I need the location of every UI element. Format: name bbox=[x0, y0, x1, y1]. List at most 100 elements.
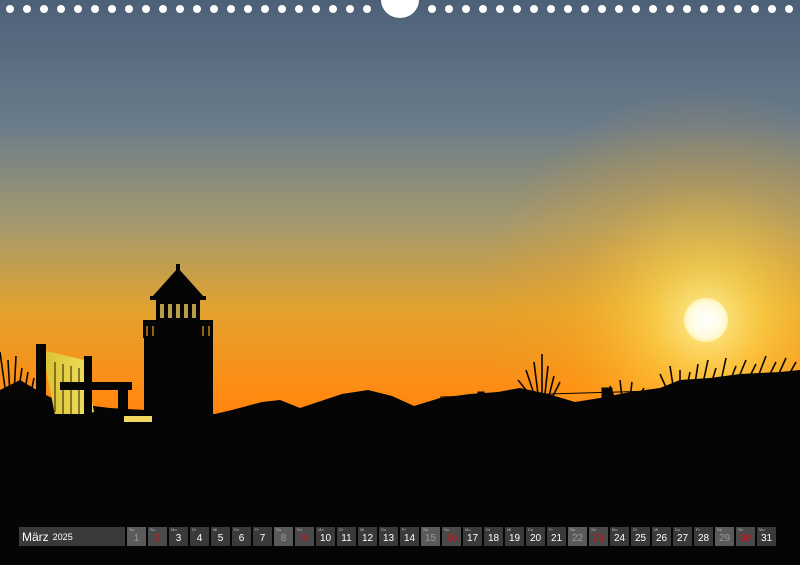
binding-hole bbox=[176, 5, 184, 13]
weekday-label: Di bbox=[192, 527, 196, 532]
binding-hole bbox=[768, 5, 776, 13]
binding-hole bbox=[751, 5, 759, 13]
day-cell: Sa 1 bbox=[127, 527, 146, 546]
day-cell: Di 4 bbox=[190, 527, 209, 546]
binding-hole bbox=[785, 5, 793, 13]
day-cell: So 30 bbox=[736, 527, 755, 546]
binding-hole bbox=[6, 5, 14, 13]
lighthouse-sunset-photo bbox=[0, 0, 800, 565]
weekday-label: Do bbox=[234, 527, 240, 532]
day-number: 30 bbox=[739, 533, 752, 544]
weekday-label: So bbox=[591, 527, 596, 532]
day-cell: Mi 5 bbox=[211, 527, 230, 546]
day-cell: So 16 bbox=[442, 527, 461, 546]
weekday-label: Fr bbox=[549, 527, 553, 532]
weekday-label: Fr bbox=[255, 527, 259, 532]
day-number: 20 bbox=[529, 533, 542, 544]
binding-hole bbox=[346, 5, 354, 13]
day-number: 14 bbox=[403, 533, 416, 544]
weekday-label: Do bbox=[528, 527, 534, 532]
weekday-label: Do bbox=[675, 527, 681, 532]
day-cell: Mi 12 bbox=[358, 527, 377, 546]
binding-hole bbox=[513, 5, 521, 13]
binding-hole bbox=[700, 5, 708, 13]
day-number: 8 bbox=[280, 533, 287, 544]
binding-hole bbox=[159, 5, 167, 13]
weekday-label: Mo bbox=[318, 527, 324, 532]
day-cell: Fr 14 bbox=[400, 527, 419, 546]
day-cell: Di 18 bbox=[484, 527, 503, 546]
binding-hole bbox=[57, 5, 65, 13]
binding-hole bbox=[615, 5, 623, 13]
day-number: 3 bbox=[175, 533, 182, 544]
weekday-label: Mi bbox=[507, 527, 512, 532]
weekday-label: Sa bbox=[129, 527, 134, 532]
binding-hole bbox=[108, 5, 116, 13]
calendar-strip: März 2025 Sa 1 So 2 Mo 3 Di 4 Mi 5 Do 6 Fr 7 Sa 8 So 9 Mo 1… bbox=[19, 527, 776, 546]
calendar-page: März 2025 Sa 1 So 2 Mo 3 Di 4 Mi 5 Do 6 Fr 7 Sa 8 So 9 Mo 1… bbox=[0, 0, 800, 565]
day-number: 4 bbox=[196, 533, 203, 544]
month-name: März bbox=[22, 529, 49, 544]
binding-hole bbox=[210, 5, 218, 13]
binding-hole bbox=[312, 5, 320, 13]
day-cell: Mo 24 bbox=[610, 527, 629, 546]
day-cell: Sa 15 bbox=[421, 527, 440, 546]
weekday-label: Mi bbox=[213, 527, 218, 532]
day-number: 19 bbox=[508, 533, 521, 544]
weekday-label: Sa bbox=[570, 527, 575, 532]
binding-hole bbox=[734, 5, 742, 13]
weekday-label: Fr bbox=[402, 527, 406, 532]
day-cell: Do 6 bbox=[232, 527, 251, 546]
weekday-label: Mi bbox=[654, 527, 659, 532]
day-cell: Di 11 bbox=[337, 527, 356, 546]
binding-hole bbox=[581, 5, 589, 13]
binding-hole bbox=[632, 5, 640, 13]
weekday-label: Mo bbox=[612, 527, 618, 532]
day-cell: Do 20 bbox=[526, 527, 545, 546]
binding-hole bbox=[462, 5, 470, 13]
day-number: 10 bbox=[319, 533, 332, 544]
binding-hole bbox=[329, 5, 337, 13]
sun bbox=[684, 298, 728, 342]
day-cell: So 23 bbox=[589, 527, 608, 546]
binding-hole bbox=[649, 5, 657, 13]
day-number: 18 bbox=[487, 533, 500, 544]
binding-hole bbox=[295, 5, 303, 13]
binding-hole bbox=[717, 5, 725, 13]
weekday-label: Do bbox=[381, 527, 387, 532]
weekday-label: Di bbox=[486, 527, 490, 532]
binding-hole bbox=[683, 5, 691, 13]
day-number: 6 bbox=[238, 533, 245, 544]
day-cell: So 9 bbox=[295, 527, 314, 546]
day-number: 9 bbox=[301, 533, 308, 544]
month-label: März 2025 bbox=[19, 527, 125, 546]
binding-hole bbox=[598, 5, 606, 13]
month-year: 2025 bbox=[52, 531, 73, 542]
weekday-label: Mi bbox=[360, 527, 365, 532]
binding-hole bbox=[74, 5, 82, 13]
day-number: 22 bbox=[571, 533, 584, 544]
day-cell: Fr 7 bbox=[253, 527, 272, 546]
day-number: 24 bbox=[613, 533, 626, 544]
weekday-label: Di bbox=[633, 527, 637, 532]
binding-hole bbox=[428, 5, 436, 13]
binding-hole bbox=[23, 5, 31, 13]
day-cell: Fr 28 bbox=[694, 527, 713, 546]
binding-hole bbox=[547, 5, 555, 13]
binding-hole bbox=[244, 5, 252, 13]
day-number: 28 bbox=[697, 533, 710, 544]
weekday-label: Di bbox=[339, 527, 343, 532]
day-cell: So 2 bbox=[148, 527, 167, 546]
binding-hole bbox=[564, 5, 572, 13]
day-cell: Sa 8 bbox=[274, 527, 293, 546]
weekday-label: Mo bbox=[171, 527, 177, 532]
weekday-label: Mo bbox=[465, 527, 471, 532]
day-number: 2 bbox=[154, 533, 161, 544]
day-number: 11 bbox=[341, 533, 352, 544]
day-cell: Fr 21 bbox=[547, 527, 566, 546]
day-number: 7 bbox=[259, 533, 266, 544]
day-number: 27 bbox=[676, 533, 689, 544]
binding-hole bbox=[363, 5, 371, 13]
day-cell: Mo 3 bbox=[169, 527, 188, 546]
day-number: 29 bbox=[718, 533, 731, 544]
